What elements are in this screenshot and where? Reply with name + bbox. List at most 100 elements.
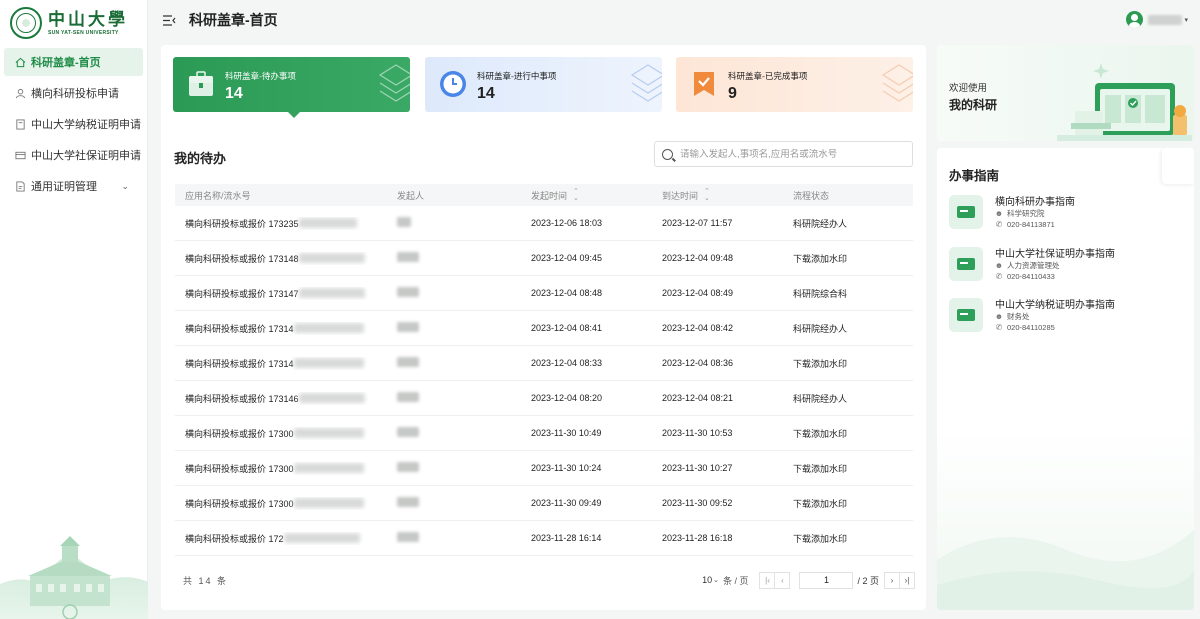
- app-serial[interactable]: 横向科研投标或报价 17300: [185, 497, 294, 510]
- sidebar-item-label: 通用证明管理: [31, 181, 97, 193]
- app-serial[interactable]: 横向科研投标或报价 17314: [185, 322, 294, 335]
- table-row[interactable]: 横向科研投标或报价 17300 2023-11-30 10:24 2023-11…: [175, 451, 913, 486]
- app-serial[interactable]: 横向科研投标或报价 172: [185, 532, 284, 545]
- document-icon: [14, 118, 26, 130]
- table-footer: 共 14 条 10⌄ 条 / 页 |‹ ‹ / 2 页 › ›|: [175, 570, 915, 590]
- sidebar-nav: 科研盖章-首页 横向科研投标申请 中山大学纳税证明申请 中山大学社保证明申请 通…: [4, 48, 143, 203]
- app-serial[interactable]: 横向科研投标或报价 17300: [185, 462, 294, 475]
- initiator-redacted: [397, 287, 419, 297]
- sidebar-item-bid-application[interactable]: 横向科研投标申请: [4, 79, 143, 107]
- page-number-input[interactable]: [799, 571, 854, 589]
- stat-value: 14: [225, 85, 243, 102]
- app-serial[interactable]: 横向科研投标或报价 17300: [185, 427, 294, 440]
- app-serial[interactable]: 横向科研投标或报价 17314: [185, 357, 294, 370]
- sort-icon[interactable]: ⌃ ⌄: [573, 188, 579, 202]
- guide-section-title: 办事指南: [949, 169, 1000, 183]
- chevron-down-icon: ⌄: [713, 577, 719, 584]
- column-header-start-time[interactable]: 发起时间 ⌃ ⌄: [519, 188, 650, 202]
- check-badge-icon: [694, 72, 714, 96]
- guide-side-tab[interactable]: [1162, 148, 1194, 184]
- university-logo[interactable]: 中山大學 SUN YAT-SEN UNIVERSITY: [10, 6, 140, 40]
- guide-name[interactable]: 横向科研办事指南: [995, 193, 1075, 208]
- initiator-redacted: [397, 357, 419, 367]
- prev-page-button[interactable]: ‹: [774, 571, 791, 589]
- table-row[interactable]: 横向科研投标或报价 17314 2023-12-04 08:33 2023-12…: [175, 346, 913, 381]
- start-time: 2023-11-30 09:49: [531, 498, 602, 508]
- sort-icon[interactable]: ⌃ ⌄: [704, 188, 710, 202]
- arrive-time: 2023-11-30 10:27: [662, 463, 733, 473]
- app-serial[interactable]: 横向科研投标或报价 173235: [185, 217, 299, 230]
- stat-label: 科研盖章-已完成事项: [728, 71, 808, 81]
- sidebar-item-home[interactable]: 科研盖章-首页: [4, 48, 143, 76]
- stat-label: 科研盖章-待办事项: [225, 71, 296, 81]
- arrive-time: 2023-12-04 08:21: [662, 393, 734, 403]
- sidebar-item-social-security-certificate[interactable]: 中山大学社保证明申请: [4, 141, 143, 169]
- todo-search-box[interactable]: [654, 141, 913, 167]
- stat-card-completed[interactable]: 科研盖章-已完成事项 9: [676, 57, 913, 112]
- sidebar-item-tax-certificate[interactable]: 中山大学纳税证明申请: [4, 110, 143, 138]
- caret-down-icon[interactable]: ▾: [1184, 16, 1188, 24]
- start-time: 2023-11-30 10:49: [531, 428, 602, 438]
- initiator-redacted: [397, 497, 419, 507]
- guide-item-social-security[interactable]: 中山大学社保证明办事指南 ☻ 人力资源管理处 ✆ 020-84110433: [949, 245, 1189, 289]
- start-time: 2023-12-04 09:45: [531, 253, 603, 263]
- guide-name[interactable]: 中山大学纳税证明办事指南: [995, 296, 1115, 311]
- stat-card-pending[interactable]: 科研盖章-待办事项 14: [173, 57, 410, 112]
- menu-collapse-icon[interactable]: [162, 13, 176, 27]
- research-illustration: [1057, 63, 1192, 141]
- guide-dept: ☻ 科学研究院: [994, 209, 1045, 218]
- redacted-serial: [293, 498, 364, 508]
- table-row[interactable]: 横向科研投标或报价 173147 2023-12-04 08:48 2023-1…: [175, 276, 913, 311]
- table-row[interactable]: 横向科研投标或报价 173148 2023-12-04 09:45 2023-1…: [175, 241, 913, 276]
- app-serial[interactable]: 横向科研投标或报价 173148: [185, 252, 299, 265]
- todo-table: 应用名称/流水号 发起人 发起时间 ⌃ ⌄ 到达时间 ⌃ ⌄ 流程状态 横向科研投标或报…: [175, 184, 913, 556]
- sidebar-item-general-certificate[interactable]: 通用证明管理 ⌄: [4, 172, 143, 200]
- app-serial[interactable]: 横向科研投标或报价 173146: [185, 392, 299, 405]
- main-panel: 科研盖章-待办事项 14 科研盖章-进行中事项 14 科研盖章-已完成事项 9 …: [161, 45, 926, 610]
- chevron-down-icon[interactable]: ⌄: [121, 181, 129, 192]
- first-page-button[interactable]: |‹: [759, 571, 776, 589]
- table-row[interactable]: 横向科研投标或报价 173146 2023-12-04 08:20 2023-1…: [175, 381, 913, 416]
- last-page-button[interactable]: ›|: [899, 571, 915, 589]
- page-size-select[interactable]: 10 ⌄: [702, 575, 719, 585]
- column-header-arrive-time[interactable]: 到达时间 ⌃ ⌄: [650, 188, 781, 202]
- app-serial[interactable]: 横向科研投标或报价 173147: [185, 287, 299, 300]
- process-status: 下载添加水印: [793, 498, 848, 509]
- stat-value: 14: [477, 85, 495, 102]
- table-row[interactable]: 横向科研投标或报价 17300 2023-11-30 10:49 2023-11…: [175, 416, 913, 451]
- guide-phone: ✆ 020-84113871: [995, 220, 1055, 229]
- briefcase-icon: [189, 71, 213, 96]
- redacted-serial: [293, 358, 364, 368]
- sidebar: 中山大學 SUN YAT-SEN UNIVERSITY 科研盖章-首页 横向科研…: [0, 0, 148, 619]
- guide-name[interactable]: 中山大学社保证明办事指南: [995, 245, 1115, 260]
- username-redacted: [1148, 14, 1183, 25]
- avatar-icon[interactable]: [1126, 11, 1144, 28]
- guide-dept: ☻ 财务处: [994, 312, 1030, 321]
- card-icon: [14, 149, 26, 161]
- stat-value: 9: [728, 85, 737, 102]
- stat-card-in-progress[interactable]: 科研盖章-进行中事项 14: [425, 57, 662, 112]
- welcome-panel: 欢迎使用 我的科研: [937, 45, 1194, 141]
- todo-search-input[interactable]: [680, 148, 900, 160]
- welcome-app-name: 我的科研: [949, 98, 998, 112]
- arrive-time: 2023-11-30 09:52: [662, 498, 733, 508]
- user-menu[interactable]: ▾: [1126, 11, 1188, 28]
- table-row[interactable]: 横向科研投标或报价 17314 2023-12-04 08:41 2023-12…: [175, 311, 913, 346]
- start-time: 2023-11-28 16:14: [531, 533, 602, 543]
- table-row[interactable]: 横向科研投标或报价 173235 2023-12-06 18:03 2023-1…: [175, 206, 913, 241]
- search-icon: [662, 148, 673, 160]
- table-row[interactable]: 横向科研投标或报价 17300 2023-11-30 09:49 2023-11…: [175, 486, 913, 521]
- guide-item-tax[interactable]: 中山大学纳税证明办事指南 ☻ 财务处 ✆ 020-84110285: [949, 296, 1189, 340]
- table-row[interactable]: 横向科研投标或报价 172 2023-11-28 16:14 2023-11-2…: [175, 521, 913, 556]
- guide-item-horizontal-research[interactable]: 横向科研办事指南 ☻ 科学研究院 ✆ 020-84113871: [949, 193, 1189, 237]
- phone-icon: ✆: [995, 323, 1003, 332]
- user-icon: ☻: [994, 209, 1004, 218]
- sidebar-item-label: 科研盖章-首页: [31, 57, 101, 69]
- arrive-time: 2023-12-04 08:36: [662, 358, 734, 368]
- next-page-button[interactable]: ›: [884, 571, 900, 589]
- redacted-serial: [298, 393, 365, 403]
- redacted-serial: [293, 323, 364, 333]
- start-time: 2023-12-04 08:48: [531, 288, 603, 298]
- todo-section-title: 我的待办: [174, 151, 227, 166]
- phone-icon: ✆: [995, 272, 1003, 281]
